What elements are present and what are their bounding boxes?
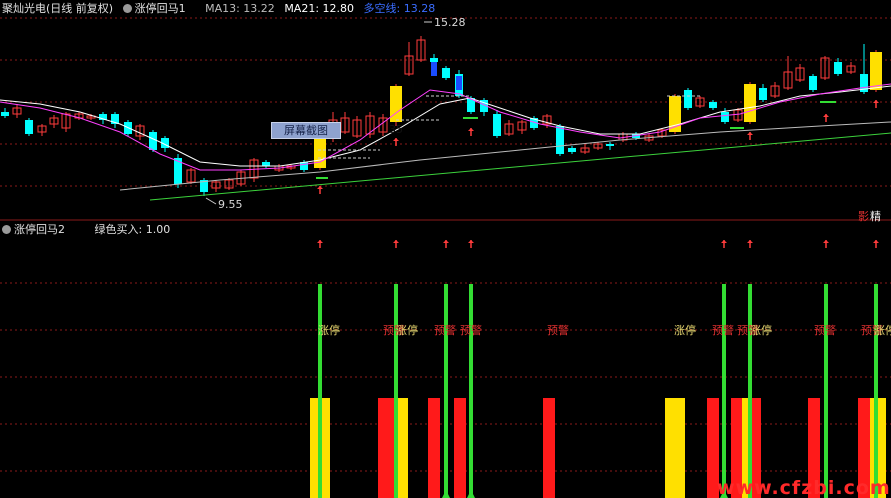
buy-line — [748, 284, 752, 498]
up-arrow — [393, 240, 399, 243]
candle-body — [430, 58, 438, 62]
candle-body — [442, 68, 450, 78]
candle-body — [870, 52, 882, 90]
green-buy-value: 绿色买入: 1.00 — [94, 223, 171, 236]
signal-tag: 涨停 — [674, 324, 696, 337]
indicator2-name[interactable]: 涨停回马2 — [14, 223, 65, 236]
candle-body — [744, 84, 756, 122]
candle-body — [314, 138, 326, 168]
mark-label: 影 — [858, 210, 869, 223]
signal-tag: 预警 — [814, 324, 836, 337]
buy-line — [444, 284, 448, 498]
signal-bar — [665, 398, 685, 498]
candle-body — [721, 112, 729, 122]
watermark: www.cfzbi.com — [717, 477, 891, 498]
candle-body — [431, 62, 437, 76]
candle-body — [709, 102, 717, 108]
buy-line — [874, 284, 878, 498]
ma21-value: MA21: 12.80 — [284, 2, 355, 15]
candle-body — [149, 132, 157, 150]
up-arrow — [468, 240, 474, 243]
up-arrow — [443, 240, 449, 243]
up-arrow — [747, 240, 753, 243]
mark2-label: 精 — [870, 210, 881, 223]
candle-body — [456, 76, 462, 90]
up-arrow — [721, 240, 727, 243]
stock-title: 聚灿光电(日线 前复权) — [2, 2, 114, 15]
low-pointer — [205, 197, 217, 205]
candle-body — [1, 112, 9, 116]
signal-bar — [454, 398, 466, 498]
signal-tag: 预警 — [712, 324, 734, 337]
candle-body — [556, 126, 564, 154]
up-arrow — [468, 128, 474, 131]
candle-body — [684, 90, 692, 108]
signal-tag: 预警 — [547, 324, 569, 337]
duokong-value: 多空线: 13.28 — [363, 2, 436, 15]
stock-chart-window: 聚灿光电(日线 前复权) 涨停回马1 MA13: 13.22 MA21: 12.… — [0, 0, 891, 498]
price-number: 35 — [389, 123, 403, 136]
candle-body — [493, 114, 501, 136]
chart-canvas[interactable] — [0, 0, 891, 498]
ma13-value: MA13: 13.22 — [205, 2, 275, 15]
header-bar: 聚灿光电(日线 前复权) 涨停回马1 MA13: 13.22 MA21: 12.… — [2, 2, 435, 16]
candle-body — [834, 62, 842, 74]
buy-line — [469, 284, 473, 498]
high-price-label: 15.28 — [434, 16, 466, 29]
candle-body — [568, 148, 576, 152]
screenshot-button[interactable]: 屏幕截图 — [271, 122, 341, 139]
signal-tag: 预警 — [460, 324, 482, 337]
signal-tag: 涨停 — [750, 324, 772, 337]
candle-body — [606, 144, 614, 146]
up-arrow — [873, 100, 879, 103]
signal-bar — [428, 398, 440, 498]
signal-tag: 涨停 — [874, 324, 891, 337]
settings-icon[interactable] — [2, 225, 11, 234]
up-arrow — [823, 240, 829, 243]
candle-body — [25, 120, 33, 134]
signal-tag: 涨停 — [396, 324, 418, 337]
settings-icon[interactable] — [122, 4, 132, 13]
ma13-line — [0, 85, 891, 167]
buy-marker — [442, 490, 450, 498]
up-arrow — [393, 138, 399, 141]
signal-bar — [543, 398, 555, 498]
buy-line — [318, 284, 322, 498]
up-arrow — [823, 114, 829, 117]
buy-marker — [467, 490, 475, 498]
candle-body — [262, 162, 270, 166]
up-arrow — [747, 132, 753, 135]
signal-tag: 预警 — [434, 324, 456, 337]
low-price-label: 9.55 — [218, 198, 243, 211]
candle-body — [759, 88, 767, 100]
buy-line — [394, 284, 398, 498]
buy-line — [824, 284, 828, 498]
up-arrow — [317, 240, 323, 243]
candle-body — [809, 76, 817, 90]
buy-line — [722, 284, 726, 498]
sub-header: 涨停回马2 绿色买入: 1.00 — [2, 223, 170, 237]
indicator1-name[interactable]: 涨停回马1 — [135, 2, 186, 15]
up-arrow — [873, 240, 879, 243]
signal-tag: 涨停 — [318, 324, 340, 337]
up-arrow — [317, 186, 323, 189]
